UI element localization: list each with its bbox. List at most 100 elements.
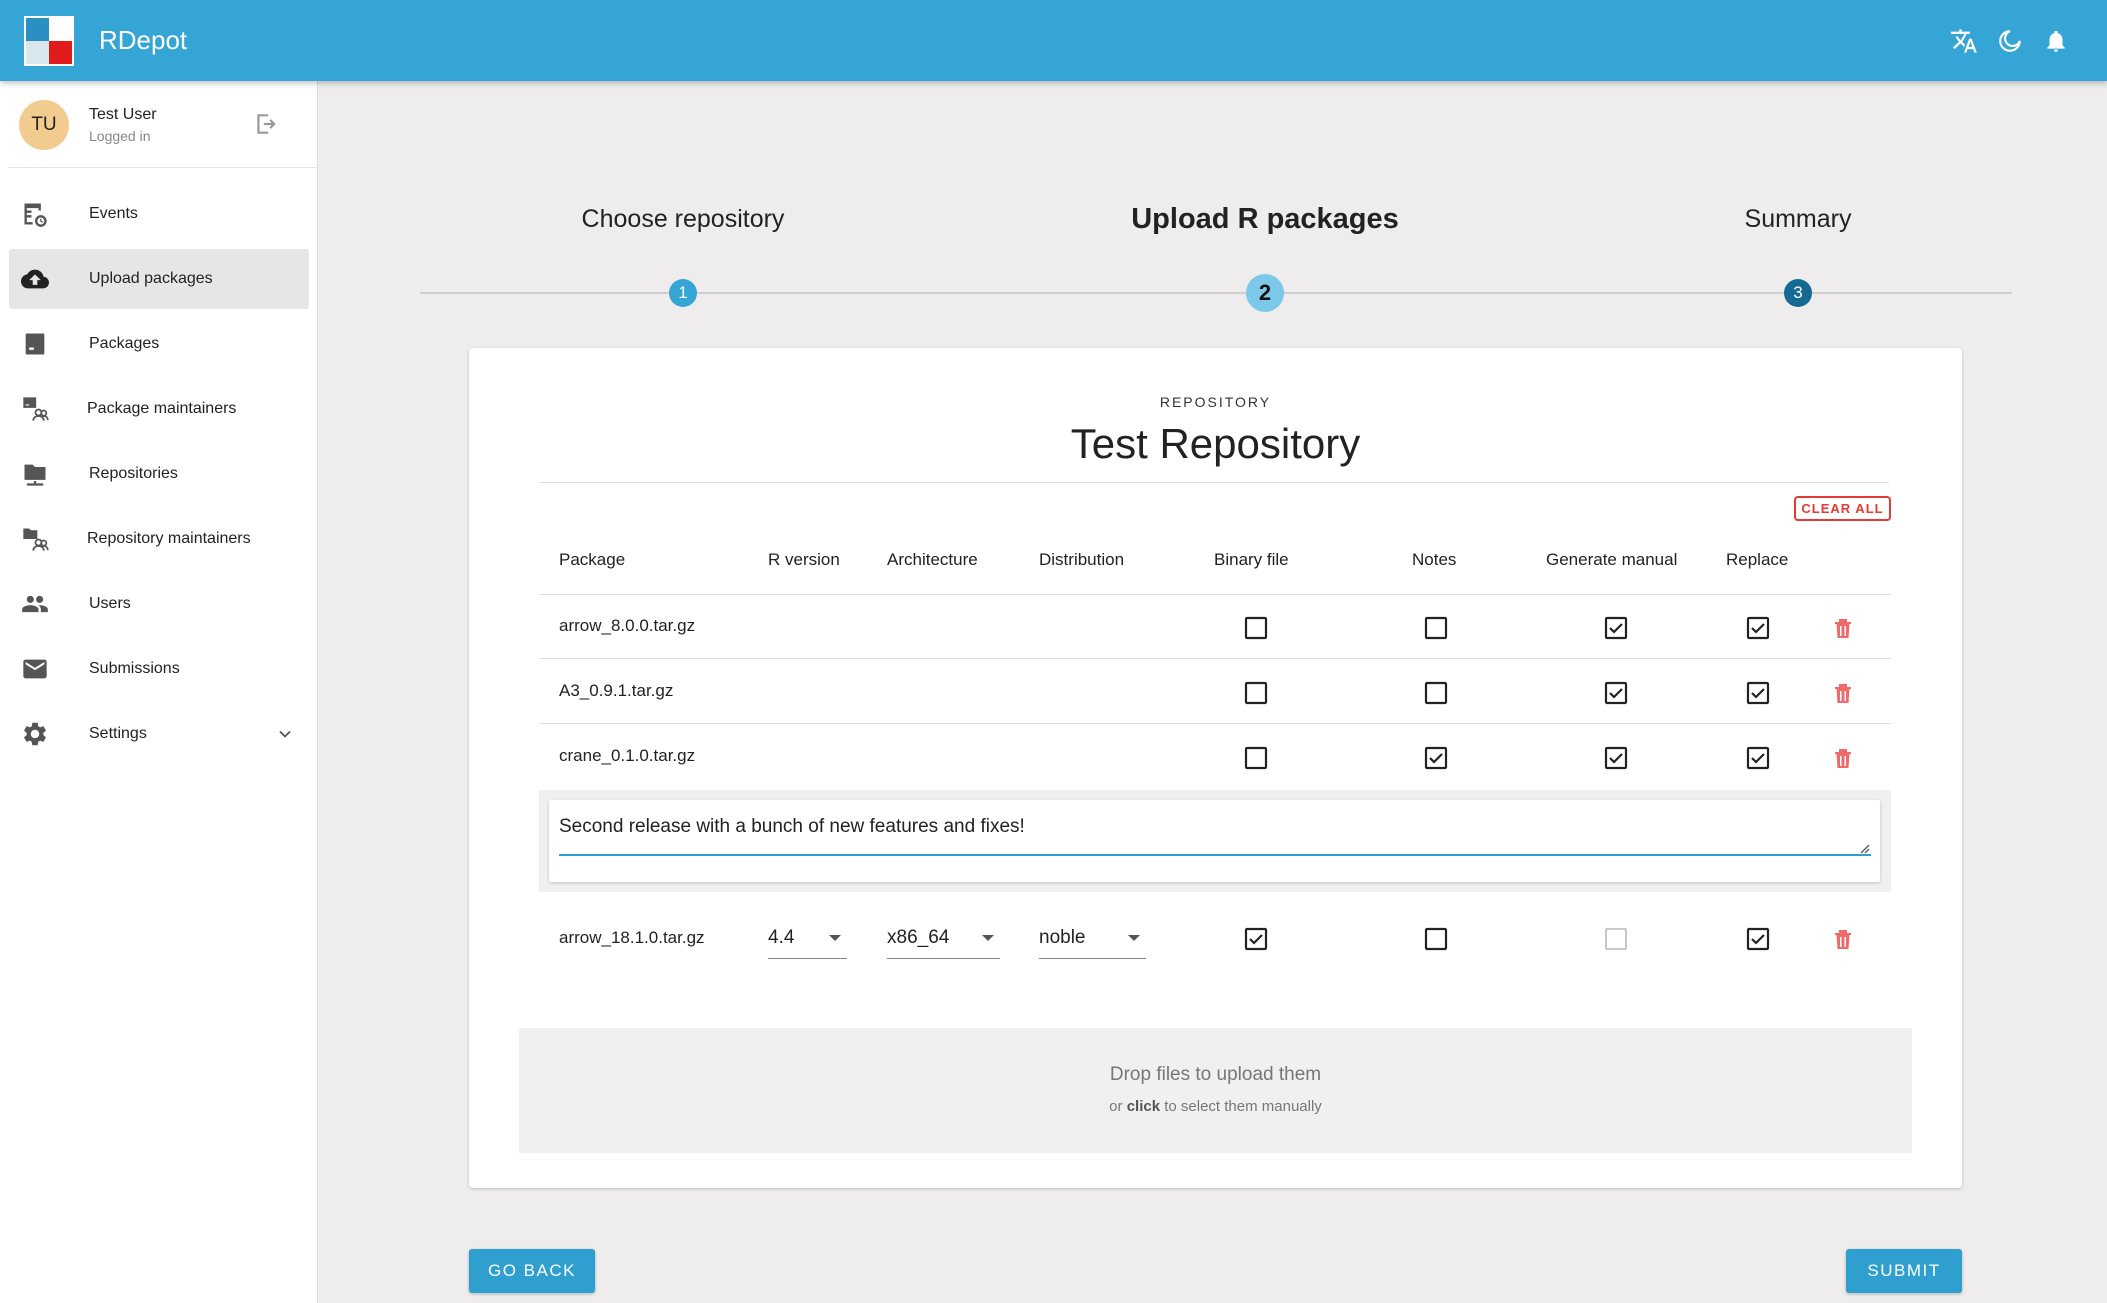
table-divider [539, 658, 1891, 659]
package-name: arrow_8.0.0.tar.gz [559, 616, 696, 635]
stepper-line [420, 292, 2012, 294]
upload-card: REPOSITORY Test Repository CLEAR ALL Pac… [469, 348, 1962, 1188]
generate-manual-checkbox-disabled [1605, 928, 1627, 950]
notes-checkbox[interactable] [1424, 746, 1448, 770]
step-2-indicator[interactable]: 2 [1246, 274, 1284, 312]
sidebar-item-submissions[interactable]: Submissions [9, 639, 309, 699]
notes-textarea[interactable]: Second release with a bunch of new featu… [549, 800, 1880, 882]
sidebar-item-packages[interactable]: Packages [9, 314, 309, 374]
resize-grip-icon[interactable] [1858, 842, 1870, 854]
dropzone-title: Drop files to upload them [1109, 1064, 1322, 1085]
sidebar: TU Test User Logged in Events Upload pac… [0, 81, 318, 1303]
app-bar: RDepot [0, 0, 2107, 81]
column-header-package: Package [559, 550, 626, 569]
events-icon [24, 203, 47, 227]
dropdown-arrow-icon [829, 935, 841, 941]
step-1-indicator[interactable]: 1 [669, 279, 697, 307]
distribution-value: noble [1039, 927, 1086, 948]
dropdown-arrow-icon [982, 935, 994, 941]
notes-text: Second release with a bunch of new featu… [559, 816, 1025, 837]
notes-checkbox[interactable] [1424, 616, 1448, 640]
cloud-upload-icon [21, 269, 49, 289]
divider [539, 482, 1889, 483]
sidebar-item-label: Submissions [89, 660, 180, 677]
dropzone-subtitle: or click to select them manually [1109, 1098, 1322, 1115]
logout-icon[interactable] [253, 111, 279, 137]
user-panel: TU Test User Logged in [8, 81, 318, 168]
replace-checkbox[interactable] [1746, 681, 1770, 705]
notes-checkbox[interactable] [1424, 681, 1448, 705]
users-icon [22, 595, 48, 613]
package-icon [25, 333, 45, 355]
generate-manual-checkbox[interactable] [1604, 616, 1628, 640]
delete-icon[interactable] [1833, 747, 1853, 769]
gear-icon [24, 722, 46, 746]
binary-checkbox[interactable] [1244, 681, 1268, 705]
table-divider [539, 594, 1891, 595]
binary-checkbox[interactable] [1244, 927, 1268, 951]
file-dropzone[interactable]: Drop files to upload them or click to se… [519, 1028, 1912, 1153]
distribution-select[interactable]: noble [1039, 921, 1146, 959]
user-status: Logged in [89, 128, 151, 144]
package-name: A3_0.9.1.tar.gz [559, 681, 674, 700]
step-3-indicator[interactable]: 3 [1784, 279, 1812, 307]
sidebar-item-label: Users [89, 595, 131, 612]
repository-overline: REPOSITORY [1159, 394, 1272, 410]
column-header-notes: Notes [1412, 550, 1457, 569]
sidebar-item-package-maintainers[interactable]: Package maintainers [9, 379, 309, 439]
avatar: TU [19, 100, 69, 150]
sidebar-item-label: Repository maintainers [87, 530, 251, 547]
go-back-button[interactable]: GO BACK [469, 1249, 595, 1293]
column-header-binary-file: Binary file [1214, 550, 1289, 569]
replace-checkbox[interactable] [1746, 927, 1770, 951]
replace-checkbox[interactable] [1746, 746, 1770, 770]
generate-manual-checkbox[interactable] [1604, 681, 1628, 705]
sidebar-item-repository-maintainers[interactable]: Repository maintainers [9, 509, 309, 569]
sidebar-item-label: Upload packages [89, 270, 213, 287]
delete-icon[interactable] [1833, 617, 1853, 639]
notes-checkbox[interactable] [1424, 927, 1448, 951]
delete-icon[interactable] [1833, 928, 1853, 950]
repository-title: Test Repository [1070, 420, 1361, 467]
sidebar-item-label: Settings [89, 725, 147, 742]
step-title-summary: Summary [1744, 205, 1852, 233]
sidebar-item-repositories[interactable]: Repositories [9, 444, 309, 504]
notes-panel: Second release with a bunch of new featu… [539, 790, 1891, 892]
package-name: arrow_18.1.0.tar.gz [559, 928, 705, 947]
column-header-r-version: R version [768, 550, 840, 569]
column-header-replace: Replace [1726, 550, 1789, 569]
repository-maintainers-icon [23, 528, 49, 551]
sidebar-item-settings[interactable]: Settings [9, 704, 309, 764]
submit-button[interactable]: SUBMIT [1846, 1249, 1962, 1293]
folder-network-icon [24, 464, 46, 486]
dark-mode-icon[interactable] [1995, 24, 2025, 58]
package-name: crane_0.1.0.tar.gz [559, 746, 696, 765]
replace-checkbox[interactable] [1746, 616, 1770, 640]
dropdown-arrow-icon [1128, 935, 1140, 941]
architecture-value: x86_64 [887, 927, 950, 948]
notifications-icon[interactable] [2041, 24, 2071, 58]
binary-checkbox[interactable] [1244, 746, 1268, 770]
table-divider [539, 723, 1891, 724]
binary-checkbox[interactable] [1244, 616, 1268, 640]
sidebar-item-users[interactable]: Users [9, 574, 309, 634]
column-header-generate-manual: Generate manual [1546, 550, 1678, 569]
sidebar-item-label: Events [89, 205, 138, 222]
clear-all-button[interactable]: CLEAR ALL [1794, 496, 1891, 521]
user-name: Test User [89, 106, 157, 123]
step-title-choose-repository: Choose repository [581, 205, 785, 233]
delete-icon[interactable] [1833, 682, 1853, 704]
r-version-select[interactable]: 4.4 [768, 921, 847, 959]
sidebar-item-events[interactable]: Events [9, 184, 309, 244]
architecture-select[interactable]: x86_64 [887, 921, 1000, 959]
step-title-upload-packages: Upload R packages [1131, 203, 1399, 235]
sidebar-item-upload-packages[interactable]: Upload packages [9, 249, 309, 309]
translate-icon[interactable] [1949, 24, 1979, 58]
generate-manual-checkbox[interactable] [1604, 746, 1628, 770]
notes-underline [559, 854, 1871, 856]
package-maintainers-icon [23, 397, 49, 421]
r-version-value: 4.4 [768, 927, 795, 948]
sidebar-nav: Events Upload packages Packages Package … [9, 184, 309, 769]
chevron-down-icon[interactable] [275, 724, 295, 744]
sidebar-item-label: Package maintainers [87, 400, 237, 417]
